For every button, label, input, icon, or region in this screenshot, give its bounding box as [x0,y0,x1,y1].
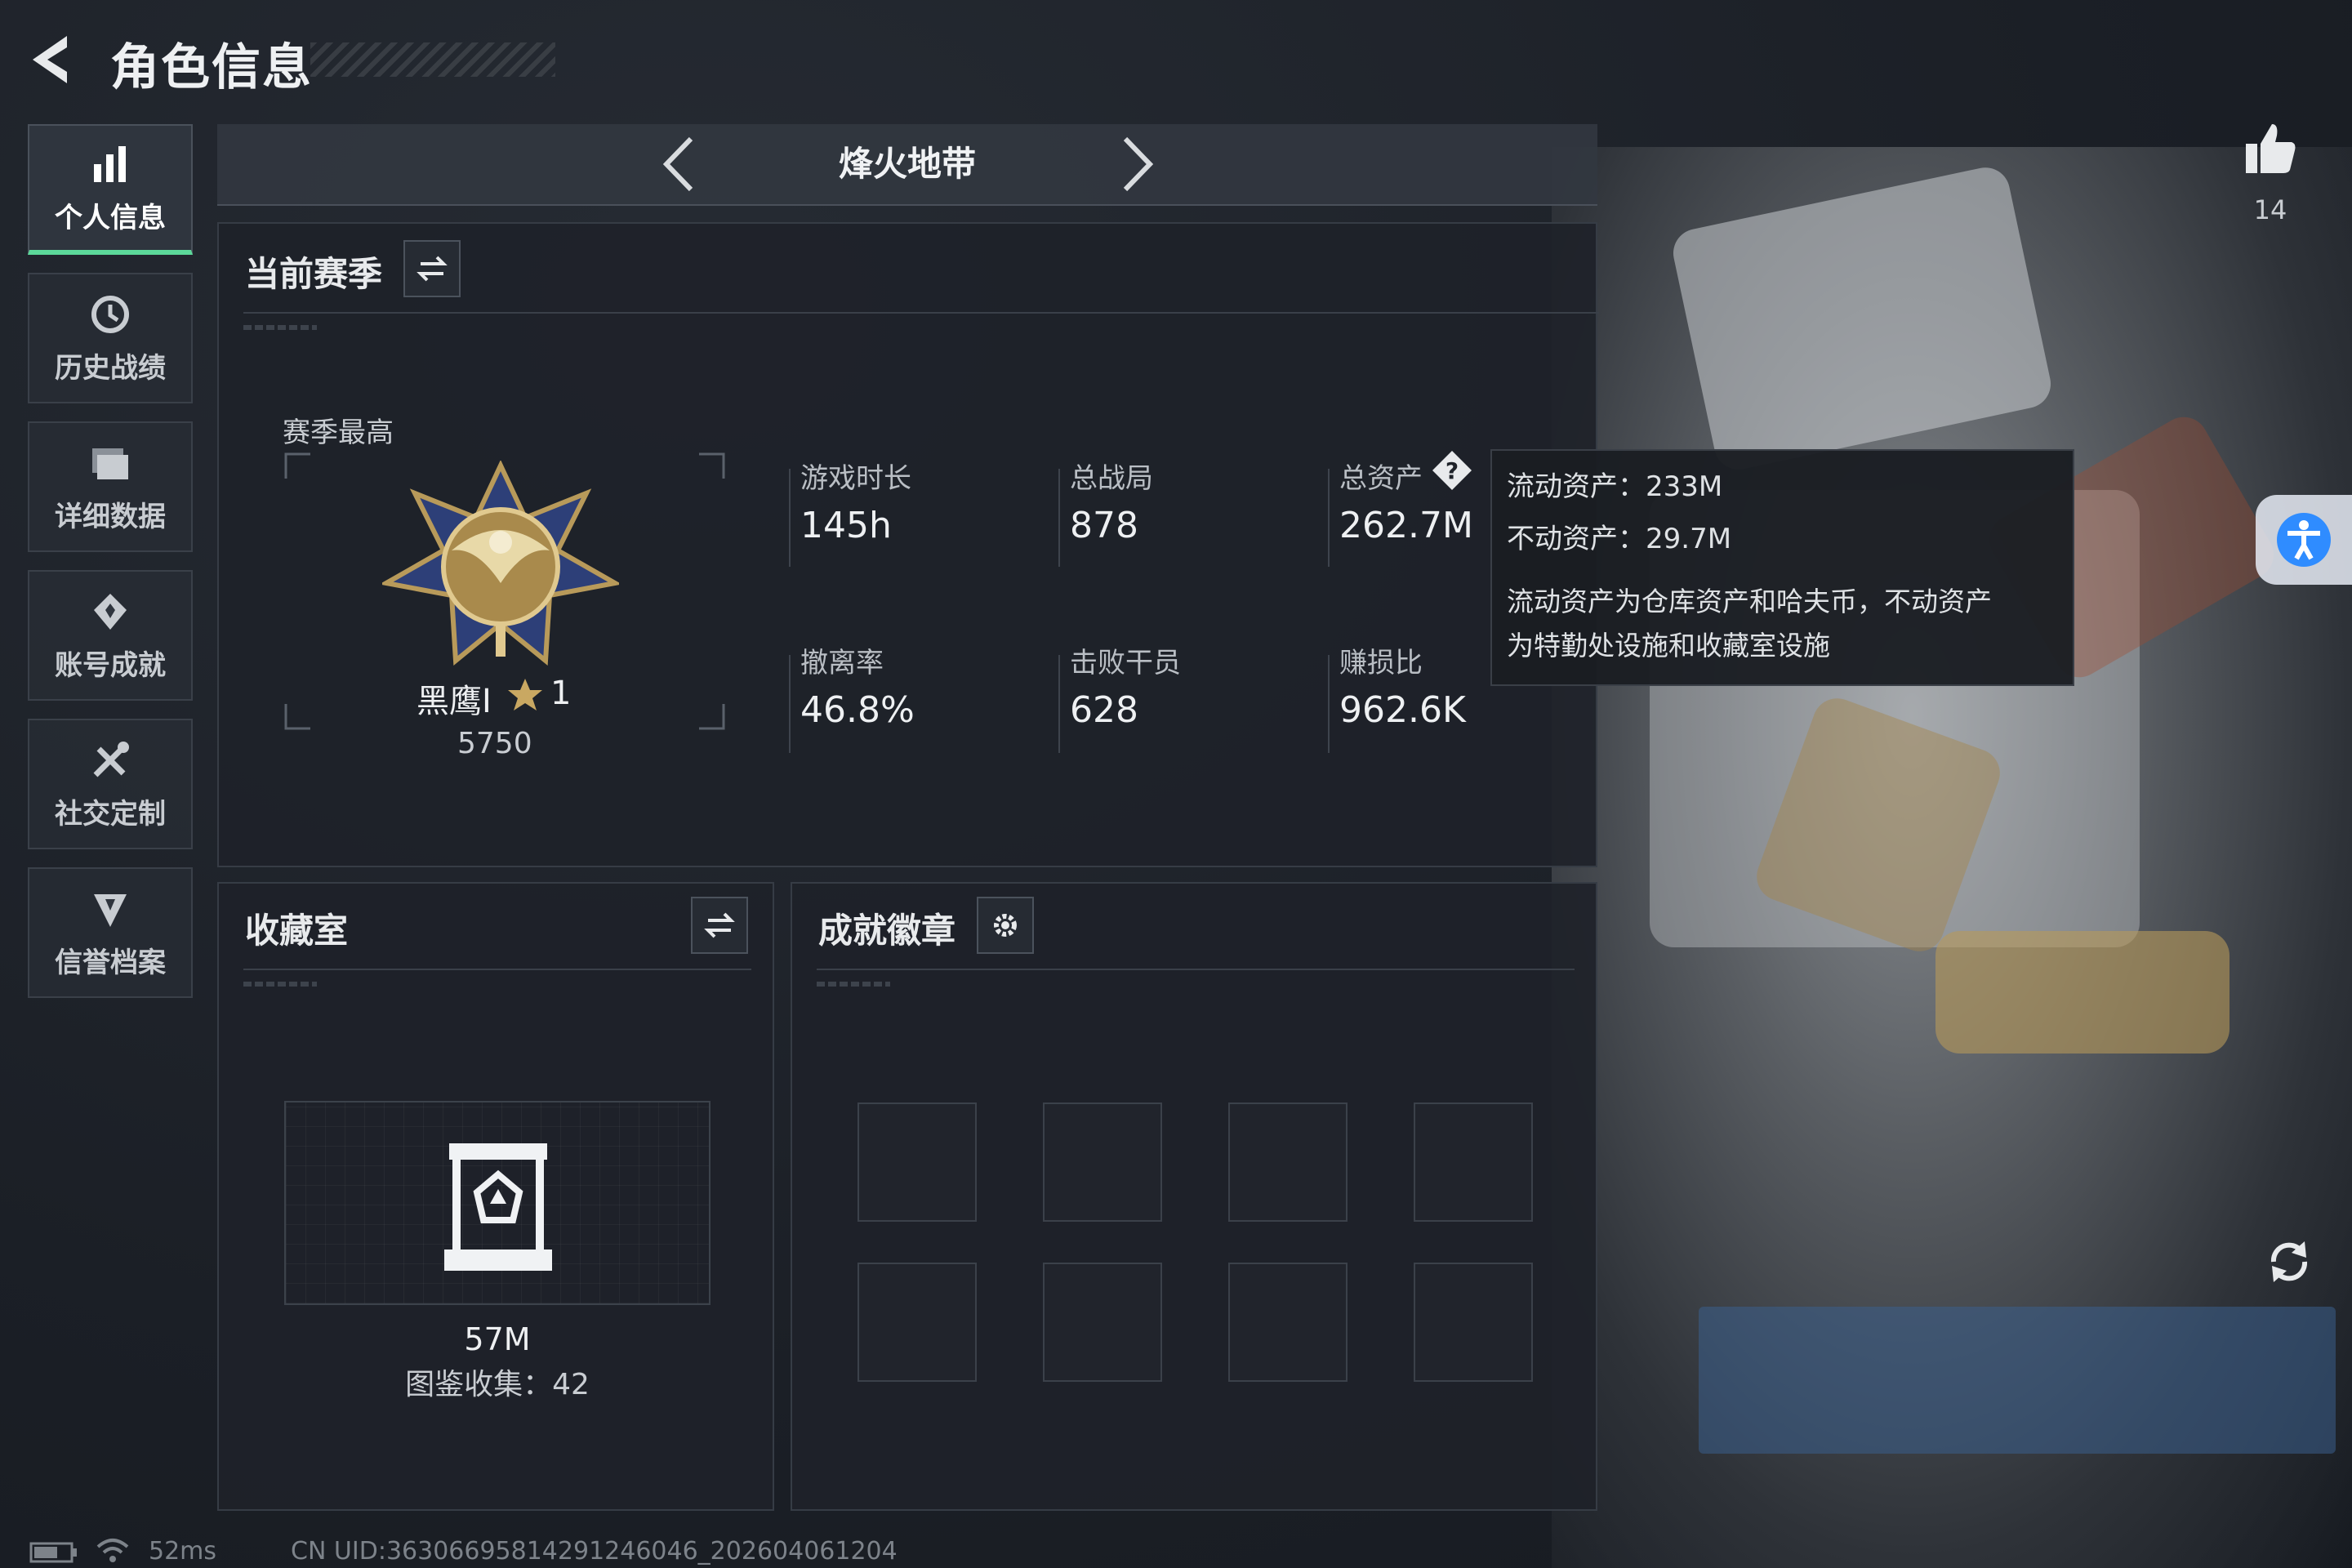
stat-label-extraction-rate: 撤离率 [800,647,884,679]
tooltip-description-line: 为特勤处设施和收藏室设施 [1507,630,1830,662]
divider [1328,655,1330,753]
uid-text: CN UID:3630669581429124604​6_20260406120… [291,1537,898,1566]
accessibility-icon [2277,513,2331,567]
divider [1328,469,1330,567]
stat-label-total-matches: 总战局 [1070,462,1153,495]
svg-text:?: ? [1446,457,1459,484]
stat-value-profit-ratio: 962.6K [1339,689,1466,731]
back-arrow-icon[interactable] [24,31,82,88]
mode-selector: 烽火地带 [217,124,1597,206]
stat-label-kills: 击败干员 [1070,647,1181,679]
badges-panel: 成就徽章 [791,882,1597,1511]
decoration [817,982,890,987]
season-best-label: 赛季最高 [283,416,394,449]
chevron-left-icon[interactable] [658,134,699,194]
badge-slot[interactable] [1414,1263,1533,1382]
sidebar-item-detailed-data[interactable]: 详细数据 [28,421,193,552]
season-title: 当前赛季 [245,254,383,294]
thumbs-up-icon[interactable] [2241,119,2300,178]
divider [1058,655,1060,753]
sidebar-item-social[interactable]: 社交定制 [28,719,193,849]
help-icon[interactable]: ? [1431,449,1473,492]
divider [817,969,1575,970]
collection-title: 收藏室 [245,911,349,951]
tools-icon [93,741,129,777]
collection-value: 57M [464,1321,531,1357]
rank-stars: 1 [550,675,572,712]
swap-icon [704,912,735,938]
badge-slot[interactable] [858,1263,977,1382]
assets-tooltip: 流动资产：233M 不动资产：29.7M 流动资产为仓库资产和哈夫币，不动资产 … [1490,449,2074,686]
sidebar-item-achievements[interactable]: 账号成就 [28,570,193,701]
divider [789,655,791,753]
rank-name: 黑鹰I [416,683,492,720]
gear-icon [994,914,1017,937]
clock-history-icon [91,295,129,333]
sidebar-item-label: 详细数据 [55,500,166,533]
decoration [243,325,317,330]
badge-slot[interactable] [1043,1102,1162,1222]
wifi-icon [96,1539,129,1562]
stat-label-total-assets: 总资产 [1339,462,1423,495]
swap-icon [416,256,448,282]
collection-panel: 收藏室 57M 图鉴收集：42 [217,882,774,1511]
sidebar-item-label: 账号成就 [55,648,166,682]
season-panel: 当前赛季 赛季最高 黑鹰I 1 5750 游戏时长 145h 总战局 878 总… [217,222,1599,867]
badge-slot[interactable] [1043,1263,1162,1382]
badges-title: 成就徽章 [818,911,956,951]
decoration [243,982,317,987]
divider [789,469,791,567]
rotate-icon[interactable] [2264,1236,2314,1287]
stat-value-kills: 628 [1070,689,1138,731]
page-title: 角色信息 [110,39,313,96]
likes-count: 14 [2253,194,2287,225]
badge-slot[interactable] [1228,1263,1348,1382]
stat-label-profit-ratio: 赚损比 [1339,647,1423,679]
sidebar-item-label: 信誉档案 [55,946,166,979]
divider [243,312,1599,314]
stat-label-playtime: 游戏时长 [800,462,911,495]
badges-settings-button[interactable] [977,897,1034,954]
character-model[interactable] [1552,147,2352,1568]
bar-chart-icon [94,145,126,182]
divider [1058,469,1060,567]
tooltip-liquid-assets: 流动资产：233M [1507,470,1723,503]
folder-icon [92,448,128,479]
divider [243,969,751,970]
sidebar-item-label: 个人信息 [55,201,166,234]
stat-value-total-matches: 878 [1070,505,1138,546]
collection-switch-button[interactable] [691,897,748,954]
badge-slot[interactable] [1414,1102,1533,1222]
stat-value-playtime: 145h [800,505,892,546]
season-switch-button[interactable] [403,240,461,297]
star-icon [508,679,542,710]
ping-text: 52ms [149,1537,217,1566]
battery-icon [29,1542,77,1563]
sidebar-item-history[interactable]: 历史战绩 [28,273,193,403]
accessibility-button[interactable] [2256,495,2352,585]
collection-count: 图鉴收集：42 [405,1368,590,1401]
sidebar-item-label: 社交定制 [55,797,166,831]
sidebar-item-label: 历史战绩 [55,351,166,385]
title-decoration [310,42,555,77]
collection-room-preview[interactable] [284,1101,710,1305]
stat-value-extraction-rate: 46.8% [800,689,915,731]
rank-points: 5750 [457,727,532,760]
badge-slot[interactable] [1228,1102,1348,1222]
sidebar-item-personal-info[interactable]: 个人信息 [28,124,193,255]
stat-value-total-assets: 262.7M [1339,505,1473,546]
shield-icon [94,893,127,927]
sidebar-item-reputation[interactable]: 信誉档案 [28,867,193,998]
tooltip-description-line: 流动资产为仓库资产和哈夫币，不动资产 [1507,586,1992,617]
rank-emblem-icon [382,461,619,666]
badge-slot[interactable] [858,1102,977,1222]
tooltip-fixed-assets: 不动资产：29.7M [1507,523,1732,555]
mode-title: 烽火地带 [838,144,976,184]
chevron-right-icon[interactable] [1117,134,1158,194]
medal-icon [94,593,127,630]
display-case-icon [444,1143,552,1271]
